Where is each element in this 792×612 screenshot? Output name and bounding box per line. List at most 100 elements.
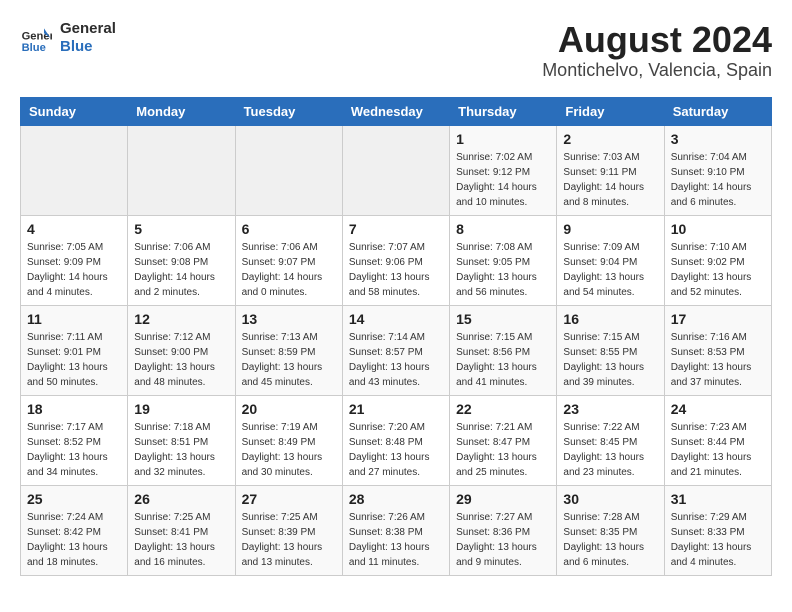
day-info: Sunrise: 7:15 AM Sunset: 8:56 PM Dayligh…: [456, 330, 550, 390]
day-number: 14: [349, 311, 443, 327]
calendar-cell: 29 Sunrise: 7:27 AM Sunset: 8:36 PM Dayli…: [450, 485, 557, 575]
calendar-cell: 11 Sunrise: 7:11 AM Sunset: 9:01 PM Dayli…: [21, 305, 128, 395]
day-of-week-header: Monday: [128, 97, 235, 125]
calendar-week-row: 4 Sunrise: 7:05 AM Sunset: 9:09 PM Daylig…: [21, 215, 772, 305]
day-info: Sunrise: 7:23 AM Sunset: 8:44 PM Dayligh…: [671, 420, 765, 480]
day-info: Sunrise: 7:16 AM Sunset: 8:53 PM Dayligh…: [671, 330, 765, 390]
day-number: 29: [456, 491, 550, 507]
day-info: Sunrise: 7:27 AM Sunset: 8:36 PM Dayligh…: [456, 510, 550, 570]
calendar-subtitle: Montichelvo, Valencia, Spain: [542, 60, 772, 81]
day-number: 18: [27, 401, 121, 417]
calendar-table: SundayMondayTuesdayWednesdayThursdayFrid…: [20, 97, 772, 576]
svg-text:Blue: Blue: [22, 42, 46, 54]
day-number: 28: [349, 491, 443, 507]
day-number: 9: [563, 221, 657, 237]
day-number: 7: [349, 221, 443, 237]
calendar-week-row: 18 Sunrise: 7:17 AM Sunset: 8:52 PM Dayli…: [21, 395, 772, 485]
day-number: 13: [242, 311, 336, 327]
logo-blue-text: Blue: [60, 38, 116, 56]
calendar-cell: [128, 125, 235, 215]
calendar-cell: 2 Sunrise: 7:03 AM Sunset: 9:11 PM Daylig…: [557, 125, 664, 215]
calendar-week-row: 25 Sunrise: 7:24 AM Sunset: 8:42 PM Dayli…: [21, 485, 772, 575]
day-info: Sunrise: 7:19 AM Sunset: 8:49 PM Dayligh…: [242, 420, 336, 480]
day-info: Sunrise: 7:14 AM Sunset: 8:57 PM Dayligh…: [349, 330, 443, 390]
day-number: 17: [671, 311, 765, 327]
day-of-week-header: Wednesday: [342, 97, 449, 125]
day-number: 6: [242, 221, 336, 237]
day-info: Sunrise: 7:05 AM Sunset: 9:09 PM Dayligh…: [27, 240, 121, 300]
day-info: Sunrise: 7:10 AM Sunset: 9:02 PM Dayligh…: [671, 240, 765, 300]
calendar-cell: 20Sunrise: 7:19 AM Sunset: 8:49 PM Dayli…: [235, 395, 342, 485]
day-number: 10: [671, 221, 765, 237]
day-info: Sunrise: 7:09 AM Sunset: 9:04 PM Dayligh…: [563, 240, 657, 300]
calendar-cell: 6 Sunrise: 7:06 AM Sunset: 9:07 PM Daylig…: [235, 215, 342, 305]
day-info: Sunrise: 7:28 AM Sunset: 8:35 PM Dayligh…: [563, 510, 657, 570]
page-header: General Blue General Blue August 2024 Mo…: [20, 20, 772, 81]
day-info: Sunrise: 7:06 AM Sunset: 9:07 PM Dayligh…: [242, 240, 336, 300]
calendar-week-row: 1 Sunrise: 7:02 AM Sunset: 9:12 PM Daylig…: [21, 125, 772, 215]
calendar-cell: 24 Sunrise: 7:23 AM Sunset: 8:44 PM Dayli…: [664, 395, 771, 485]
calendar-cell: 7 Sunrise: 7:07 AM Sunset: 9:06 PM Daylig…: [342, 215, 449, 305]
day-info: Sunrise: 7:08 AM Sunset: 9:05 PM Dayligh…: [456, 240, 550, 300]
day-number: 27: [242, 491, 336, 507]
day-number: 15: [456, 311, 550, 327]
day-info: Sunrise: 7:02 AM Sunset: 9:12 PM Dayligh…: [456, 150, 550, 210]
day-number: 4: [27, 221, 121, 237]
calendar-cell: 8 Sunrise: 7:08 AM Sunset: 9:05 PM Daylig…: [450, 215, 557, 305]
day-number: 11: [27, 311, 121, 327]
calendar-cell: [235, 125, 342, 215]
calendar-cell: 16 Sunrise: 7:15 AM Sunset: 8:55 PM Dayli…: [557, 305, 664, 395]
day-info: Sunrise: 7:03 AM Sunset: 9:11 PM Dayligh…: [563, 150, 657, 210]
day-number: 25: [27, 491, 121, 507]
day-number: 1: [456, 131, 550, 147]
day-info: Sunrise: 7:17 AM Sunset: 8:52 PM Dayligh…: [27, 420, 121, 480]
day-number: 8: [456, 221, 550, 237]
day-of-week-header: Saturday: [664, 97, 771, 125]
day-info: Sunrise: 7:12 AM Sunset: 9:00 PM Dayligh…: [134, 330, 228, 390]
svg-text:General: General: [22, 31, 52, 43]
calendar-cell: 9 Sunrise: 7:09 AM Sunset: 9:04 PM Daylig…: [557, 215, 664, 305]
logo-general-text: General: [60, 20, 116, 38]
day-info: Sunrise: 7:11 AM Sunset: 9:01 PM Dayligh…: [27, 330, 121, 390]
day-number: 23: [563, 401, 657, 417]
calendar-header-row: SundayMondayTuesdayWednesdayThursdayFrid…: [21, 97, 772, 125]
calendar-cell: 22 Sunrise: 7:21 AM Sunset: 8:47 PM Dayli…: [450, 395, 557, 485]
calendar-cell: 27 Sunrise: 7:25 AM Sunset: 8:39 PM Dayli…: [235, 485, 342, 575]
day-info: Sunrise: 7:24 AM Sunset: 8:42 PM Dayligh…: [27, 510, 121, 570]
calendar-cell: 4 Sunrise: 7:05 AM Sunset: 9:09 PM Daylig…: [21, 215, 128, 305]
logo-icon: General Blue: [20, 22, 52, 54]
day-number: 31: [671, 491, 765, 507]
day-info: Sunrise: 7:25 AM Sunset: 8:39 PM Dayligh…: [242, 510, 336, 570]
day-number: 26: [134, 491, 228, 507]
day-info: Sunrise: 7:21 AM Sunset: 8:47 PM Dayligh…: [456, 420, 550, 480]
day-of-week-header: Thursday: [450, 97, 557, 125]
day-number: 5: [134, 221, 228, 237]
day-number: 30: [563, 491, 657, 507]
title-block: August 2024 Montichelvo, Valencia, Spain: [542, 20, 772, 81]
calendar-cell: 17 Sunrise: 7:16 AM Sunset: 8:53 PM Dayli…: [664, 305, 771, 395]
day-number: 16: [563, 311, 657, 327]
calendar-cell: 13Sunrise: 7:13 AM Sunset: 8:59 PM Dayli…: [235, 305, 342, 395]
calendar-cell: 30 Sunrise: 7:28 AM Sunset: 8:35 PM Dayli…: [557, 485, 664, 575]
day-number: 24: [671, 401, 765, 417]
day-info: Sunrise: 7:26 AM Sunset: 8:38 PM Dayligh…: [349, 510, 443, 570]
day-of-week-header: Friday: [557, 97, 664, 125]
day-info: Sunrise: 7:20 AM Sunset: 8:48 PM Dayligh…: [349, 420, 443, 480]
day-number: 21: [349, 401, 443, 417]
day-info: Sunrise: 7:22 AM Sunset: 8:45 PM Dayligh…: [563, 420, 657, 480]
day-number: 19: [134, 401, 228, 417]
calendar-cell: 15 Sunrise: 7:15 AM Sunset: 8:56 PM Dayli…: [450, 305, 557, 395]
day-number: 2: [563, 131, 657, 147]
calendar-cell: 18 Sunrise: 7:17 AM Sunset: 8:52 PM Dayli…: [21, 395, 128, 485]
day-info: Sunrise: 7:04 AM Sunset: 9:10 PM Dayligh…: [671, 150, 765, 210]
calendar-cell: 1 Sunrise: 7:02 AM Sunset: 9:12 PM Daylig…: [450, 125, 557, 215]
calendar-cell: [342, 125, 449, 215]
calendar-cell: 23 Sunrise: 7:22 AM Sunset: 8:45 PM Dayli…: [557, 395, 664, 485]
calendar-cell: 5Sunrise: 7:06 AM Sunset: 9:08 PM Daylig…: [128, 215, 235, 305]
calendar-week-row: 11 Sunrise: 7:11 AM Sunset: 9:01 PM Dayli…: [21, 305, 772, 395]
day-number: 22: [456, 401, 550, 417]
day-info: Sunrise: 7:15 AM Sunset: 8:55 PM Dayligh…: [563, 330, 657, 390]
day-info: Sunrise: 7:07 AM Sunset: 9:06 PM Dayligh…: [349, 240, 443, 300]
calendar-cell: 12Sunrise: 7:12 AM Sunset: 9:00 PM Dayli…: [128, 305, 235, 395]
calendar-cell: 26Sunrise: 7:25 AM Sunset: 8:41 PM Dayli…: [128, 485, 235, 575]
